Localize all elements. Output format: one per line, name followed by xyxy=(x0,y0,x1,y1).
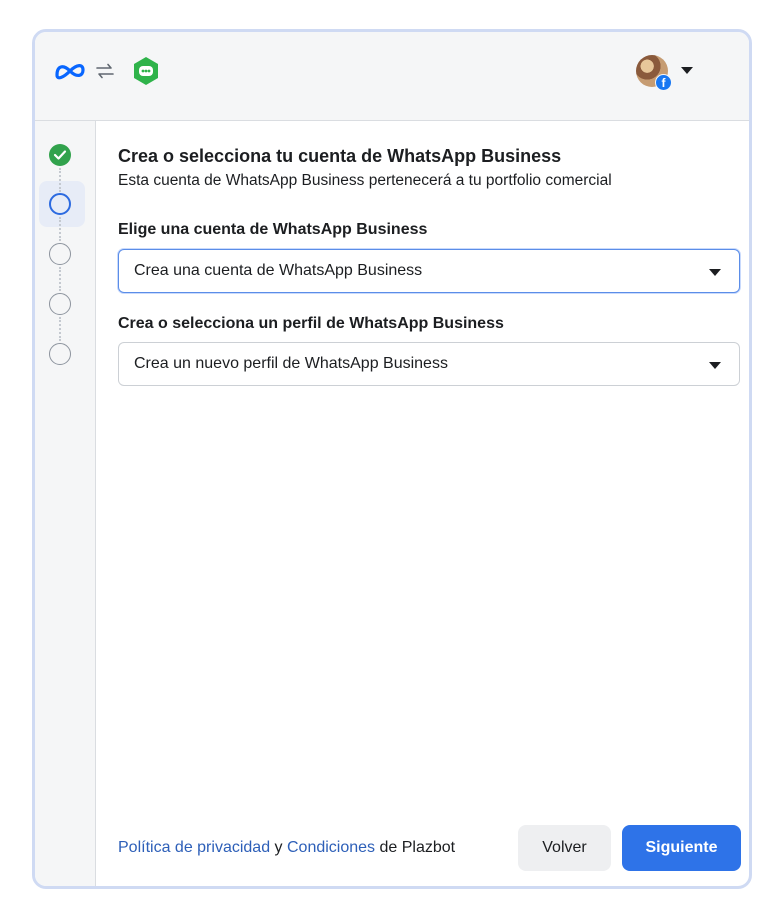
chevron-down-icon xyxy=(709,362,721,369)
step-5-pending-icon xyxy=(49,343,71,365)
chatbot-hexagon-icon xyxy=(134,57,158,85)
page-title: Crea o selecciona tu cuenta de WhatsApp … xyxy=(118,146,562,166)
terms-link[interactable]: Condiciones xyxy=(287,839,375,856)
dialog-frame: f Crea o selecciona tu cuenta de WhatsAp… xyxy=(32,29,752,889)
dialog-header: f xyxy=(35,32,749,121)
user-avatar[interactable]: f xyxy=(636,55,672,91)
account-select[interactable]: Crea una cuenta de WhatsApp Business xyxy=(118,249,740,293)
meta-logo-icon xyxy=(55,64,85,80)
next-button[interactable]: Siguiente xyxy=(622,825,741,871)
profile-select-label: Crea o selecciona un perfil de WhatsApp … xyxy=(118,315,504,332)
step-2-current-icon xyxy=(49,193,71,215)
account-menu-caret-icon[interactable] xyxy=(681,67,693,74)
account-select-label: Elige una cuenta de WhatsApp Business xyxy=(118,221,428,238)
profile-select-value: Crea un nuevo perfil de WhatsApp Busines… xyxy=(134,355,448,372)
profile-select[interactable]: Crea un nuevo perfil de WhatsApp Busines… xyxy=(118,342,740,386)
page-subtitle: Esta cuenta de WhatsApp Business pertene… xyxy=(118,172,612,189)
step-connector xyxy=(59,267,63,291)
legal-and-text: y xyxy=(270,839,287,856)
legal-links: Política de privacidad y Condiciones de … xyxy=(118,839,455,857)
facebook-badge-icon: f xyxy=(655,74,672,91)
step-connector xyxy=(59,317,63,341)
step-connector xyxy=(59,168,63,192)
main-content: Crea o selecciona tu cuenta de WhatsApp … xyxy=(118,121,749,886)
swap-arrows-icon xyxy=(96,63,114,79)
back-button[interactable]: Volver xyxy=(518,825,611,871)
account-select-value: Crea una cuenta de WhatsApp Business xyxy=(134,262,423,279)
progress-stepper xyxy=(35,121,96,886)
legal-owner-text: de Plazbot xyxy=(375,839,456,856)
privacy-policy-link[interactable]: Política de privacidad xyxy=(118,839,270,856)
step-4-pending-icon xyxy=(49,293,71,315)
step-3-pending-icon xyxy=(49,243,71,265)
step-1-completed-icon xyxy=(49,144,71,166)
step-connector xyxy=(59,217,63,241)
chevron-down-icon xyxy=(709,269,721,276)
